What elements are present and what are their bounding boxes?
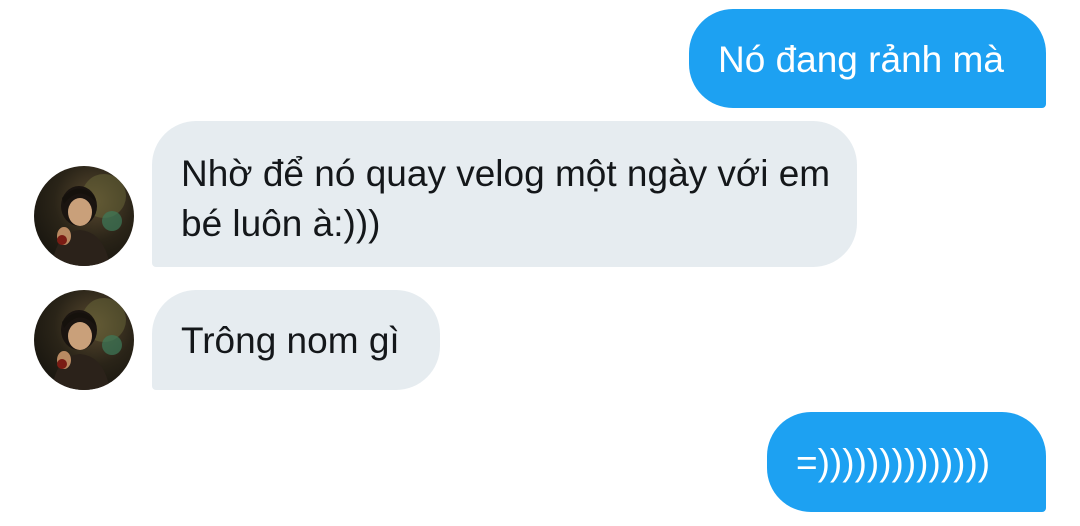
message-bubble-incoming[interactable]: Trông nom gì — [152, 290, 440, 390]
message-bubble-outgoing[interactable]: Nó đang rảnh mà — [689, 9, 1046, 108]
chat-thread: Nó đang rảnh mà Nhờ để nó quay velog một… — [0, 0, 1080, 526]
avatar-photo-icon — [52, 174, 126, 266]
avatar-photo-icon — [52, 298, 126, 390]
avatar[interactable] — [34, 290, 134, 390]
message-bubble-incoming[interactable]: Nhờ để nó quay velog một ngày với em bé … — [152, 121, 857, 267]
message-bubble-outgoing[interactable]: =)))))))))))))) — [767, 412, 1046, 512]
message-text: =)))))))))))))) — [796, 442, 991, 483]
avatar[interactable] — [34, 166, 134, 266]
message-text: Nhờ để nó quay velog một ngày với em bé … — [181, 153, 831, 244]
message-text: Nó đang rảnh mà — [718, 39, 1004, 80]
message-text: Trông nom gì — [181, 320, 400, 361]
